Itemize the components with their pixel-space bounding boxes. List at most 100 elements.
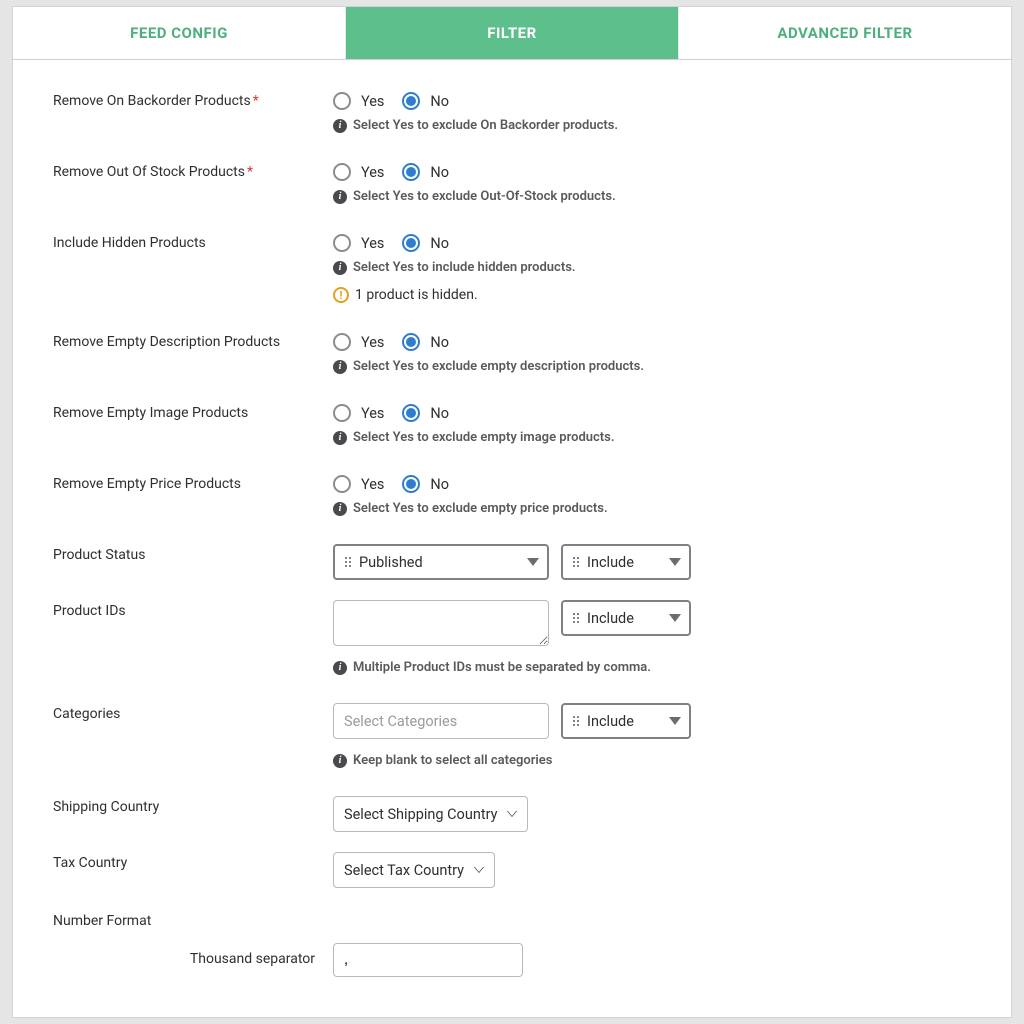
label-thousand-separator: Thousand separator <box>53 943 333 967</box>
placeholder-text: Select Categories <box>344 713 457 730</box>
row-shipping-country: Shipping Country Select Shipping Country <box>53 796 971 832</box>
select-value: Select Tax Country <box>344 862 464 879</box>
label-product-status: Product Status <box>53 544 333 563</box>
row-tax-country: Tax Country Select Tax Country <box>53 852 971 888</box>
chevron-down-icon <box>669 717 681 725</box>
drag-icon <box>573 613 579 623</box>
required-mark: * <box>253 93 259 109</box>
radio-label-no: No <box>430 164 449 181</box>
info-icon: i <box>333 261 347 275</box>
outofstock-no-radio[interactable] <box>402 163 420 181</box>
hint-text: Keep blank to select all categories <box>353 753 552 768</box>
product-status-mode-select[interactable]: Include <box>561 544 691 580</box>
chevron-down-icon <box>474 867 484 873</box>
radio-label-yes: Yes <box>361 235 384 252</box>
label-product-ids: Product IDs <box>53 600 333 619</box>
row-outofstock: Remove Out Of Stock Products* Yes No i S… <box>53 161 971 204</box>
radio-label-no: No <box>430 93 449 110</box>
tab-feed-config[interactable]: FEED CONFIG <box>13 7 346 59</box>
thousand-separator-input[interactable] <box>333 943 523 977</box>
hint-empty-desc: i Select Yes to exclude empty descriptio… <box>333 359 971 374</box>
empty-desc-yes-radio[interactable] <box>333 333 351 351</box>
row-empty-price: Remove Empty Price Products Yes No i Sel… <box>53 473 971 516</box>
info-icon: i <box>333 119 347 133</box>
row-empty-desc: Remove Empty Description Products Yes No… <box>53 331 971 374</box>
hint-outofstock: i Select Yes to exclude Out-Of-Stock pro… <box>333 189 971 204</box>
row-empty-image: Remove Empty Image Products Yes No i Sel… <box>53 402 971 445</box>
hint-text: Select Yes to exclude empty image produc… <box>353 430 615 445</box>
row-hidden: Include Hidden Products Yes No i Select … <box>53 232 971 303</box>
info-icon: i <box>333 754 347 768</box>
row-product-status: Product Status Published Include <box>53 544 971 580</box>
product-ids-mode-select[interactable]: Include <box>561 600 691 636</box>
filter-panel: Remove On Backorder Products* Yes No i S… <box>12 60 1012 1018</box>
select-value: Include <box>587 610 659 627</box>
radio-label-yes: Yes <box>361 93 384 110</box>
label-empty-price: Remove Empty Price Products <box>53 473 333 492</box>
info-icon: i <box>333 502 347 516</box>
radio-label-yes: Yes <box>361 405 384 422</box>
product-status-select[interactable]: Published <box>333 544 549 580</box>
hint-empty-image: i Select Yes to exclude empty image prod… <box>333 430 971 445</box>
radio-label-no: No <box>430 476 449 493</box>
drag-icon <box>573 716 579 726</box>
radio-label-yes: Yes <box>361 164 384 181</box>
label-hidden: Include Hidden Products <box>53 232 333 251</box>
tax-country-select[interactable]: Select Tax Country <box>333 852 495 888</box>
hidden-yes-radio[interactable] <box>333 234 351 252</box>
select-value: Published <box>359 554 517 571</box>
chevron-down-icon <box>669 558 681 566</box>
tab-advanced-filter[interactable]: ADVANCED FILTER <box>679 7 1011 59</box>
radio-label-yes: Yes <box>361 476 384 493</box>
hidden-no-radio[interactable] <box>402 234 420 252</box>
backorder-yes-radio[interactable] <box>333 92 351 110</box>
hint-backorder: i Select Yes to exclude On Backorder pro… <box>333 118 971 133</box>
label-shipping-country: Shipping Country <box>53 796 333 815</box>
radio-label-yes: Yes <box>361 334 384 351</box>
empty-price-yes-radio[interactable] <box>333 475 351 493</box>
hint-categories: i Keep blank to select all categories <box>333 753 971 768</box>
drag-icon <box>573 557 579 567</box>
row-backorder: Remove On Backorder Products* Yes No i S… <box>53 90 971 133</box>
hint-text: Multiple Product IDs must be separated b… <box>353 660 651 675</box>
tabs: FEED CONFIG FILTER ADVANCED FILTER <box>12 6 1012 60</box>
label-outofstock: Remove Out Of Stock Products* <box>53 161 333 180</box>
radio-label-no: No <box>430 235 449 252</box>
hint-empty-price: i Select Yes to exclude empty price prod… <box>333 501 971 516</box>
empty-image-no-radio[interactable] <box>402 404 420 422</box>
empty-price-no-radio[interactable] <box>402 475 420 493</box>
empty-image-yes-radio[interactable] <box>333 404 351 422</box>
hint-text: Select Yes to exclude empty price produc… <box>353 501 608 516</box>
hint-product-ids: i Multiple Product IDs must be separated… <box>333 660 971 675</box>
label-number-format: Number Format <box>53 910 333 929</box>
categories-input[interactable]: Select Categories <box>333 703 549 739</box>
label-empty-image: Remove Empty Image Products <box>53 402 333 421</box>
hint-text: Select Yes to exclude Out-Of-Stock produ… <box>353 189 616 204</box>
warn-hidden: ! 1 product is hidden. <box>333 287 971 303</box>
shipping-country-select[interactable]: Select Shipping Country <box>333 796 528 832</box>
label-empty-desc: Remove Empty Description Products <box>53 331 333 350</box>
info-icon: i <box>333 360 347 374</box>
label-categories: Categories <box>53 703 333 722</box>
tab-filter[interactable]: FILTER <box>346 7 679 59</box>
label-text: Remove Out Of Stock Products <box>53 164 245 180</box>
chevron-down-icon <box>669 614 681 622</box>
row-number-format: Number Format <box>53 910 971 929</box>
row-product-ids: Product IDs Include i Multiple Product I… <box>53 600 971 675</box>
product-ids-input[interactable] <box>333 600 549 646</box>
outofstock-yes-radio[interactable] <box>333 163 351 181</box>
label-backorder: Remove On Backorder Products* <box>53 90 333 109</box>
chevron-down-icon <box>507 811 517 817</box>
backorder-no-radio[interactable] <box>402 92 420 110</box>
hint-text: Select Yes to include hidden products. <box>353 260 576 275</box>
drag-icon <box>345 557 351 567</box>
radio-label-no: No <box>430 334 449 351</box>
categories-mode-select[interactable]: Include <box>561 703 691 739</box>
row-categories: Categories Select Categories Include i K… <box>53 703 971 768</box>
hint-hidden: i Select Yes to include hidden products. <box>333 260 971 275</box>
label-tax-country: Tax Country <box>53 852 333 871</box>
empty-desc-no-radio[interactable] <box>402 333 420 351</box>
warning-icon: ! <box>333 287 349 303</box>
info-icon: i <box>333 661 347 675</box>
info-icon: i <box>333 431 347 445</box>
